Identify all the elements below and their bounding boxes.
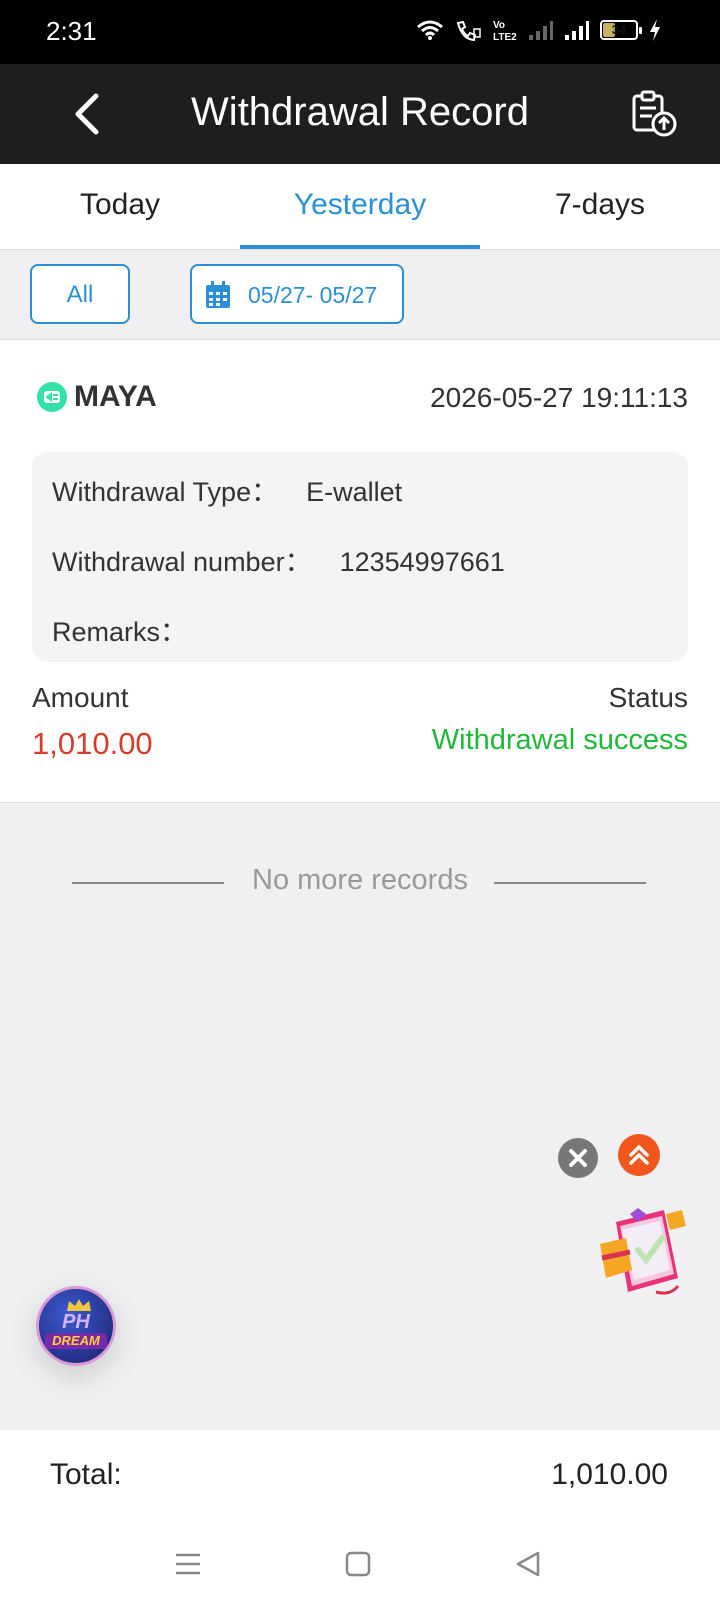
tab-today[interactable]: Today (0, 164, 240, 249)
signal-weak-icon (529, 21, 553, 40)
date-tabs: Today Yesterday 7-days (0, 164, 720, 250)
withdrawal-type-row: Withdrawal Type： E-wallet (52, 470, 402, 509)
scroll-top-button[interactable] (618, 1134, 660, 1176)
close-icon (569, 1149, 587, 1167)
withdrawal-type-label: Withdrawal Type： (52, 477, 279, 507)
battery-indicator: 34 (600, 20, 642, 40)
call-wifi-icon (456, 20, 481, 41)
status-value: Withdrawal success (431, 724, 688, 756)
wallet-name: MAYA (74, 380, 157, 413)
close-float-button[interactable] (558, 1138, 598, 1178)
remarks-row: Remarks： (52, 610, 215, 649)
withdrawal-type-value: E-wallet (306, 477, 403, 507)
charging-icon (650, 19, 660, 41)
filter-all-button[interactable]: All (30, 264, 130, 324)
record-datetime: 2026-05-27 19:11:13 (430, 382, 688, 413)
gift-icon[interactable] (586, 1200, 696, 1310)
remarks-label: Remarks： (52, 617, 188, 647)
battery-level: 34 (611, 22, 627, 37)
withdrawal-number-row: Withdrawal number： 12354997661 (52, 540, 505, 579)
date-range-text: 05/27- 05/27 (248, 282, 378, 308)
total-label: Total: (50, 1458, 122, 1491)
amount-label: Amount (32, 682, 129, 713)
logo-text-dream: DREAM (45, 1333, 107, 1349)
maya-logo-icon (37, 382, 67, 412)
back-nav-icon[interactable] (514, 1550, 542, 1578)
divider-right (494, 882, 646, 884)
status-icons: Vo LTE2 34 (416, 18, 662, 42)
svg-text:LTE2: LTE2 (493, 32, 517, 42)
logo-text-ph: PH (62, 1311, 90, 1333)
svg-text:Vo: Vo (493, 20, 505, 31)
status-bar: 2:31 Vo LTE2 34 (0, 0, 720, 64)
menu-icon[interactable] (174, 1550, 202, 1578)
amount-value: 1,010.00 (32, 726, 153, 761)
calendar-icon (206, 281, 230, 308)
date-range-button[interactable]: 05/27- 05/27 (190, 264, 404, 324)
no-more-text: No more records (252, 864, 468, 896)
volte-icon: Vo LTE2 (493, 20, 517, 42)
page-title: Withdrawal Record (191, 90, 529, 134)
ph-dream-logo[interactable]: PH DREAM (36, 1286, 116, 1366)
signal-icon (565, 21, 589, 40)
tab-7-days[interactable]: 7-days (480, 164, 720, 249)
app-header: Withdrawal Record (0, 64, 720, 164)
scroll-top-icon (629, 1145, 649, 1165)
home-icon[interactable] (344, 1550, 372, 1578)
status-time: 2:31 (46, 16, 97, 46)
system-nav-bar (0, 1530, 720, 1600)
total-value: 1,010.00 (551, 1458, 668, 1491)
record-details: Withdrawal Type： E-wallet Withdrawal numb… (32, 452, 688, 662)
wifi-icon (417, 20, 443, 40)
total-bar: Total: 1,010.00 (0, 1430, 720, 1530)
status-label: Status (608, 682, 688, 713)
record-upload-icon[interactable] (630, 90, 678, 138)
withdrawal-record-card[interactable]: MAYA 2026-05-27 19:11:13 Withdrawal Type… (0, 340, 720, 803)
withdrawal-number-value: 12354997661 (339, 547, 505, 577)
filter-bar: All 05/27- 05/27 (0, 250, 720, 340)
no-more-records: No more records (0, 862, 720, 902)
wallet-brand: MAYA (36, 380, 157, 414)
tab-yesterday[interactable]: Yesterday (240, 164, 480, 249)
withdrawal-number-label: Withdrawal number： (52, 547, 312, 577)
